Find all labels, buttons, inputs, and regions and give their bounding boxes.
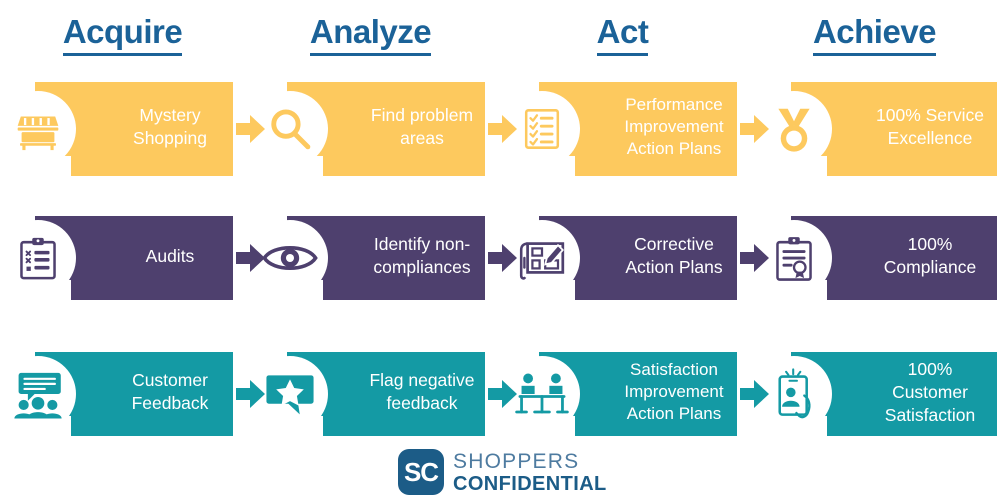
logo-mark-sc: SC [398, 449, 444, 495]
flow-arrow [488, 112, 518, 146]
flow-arrow [236, 112, 266, 146]
column-heading-analyze: Analyze [248, 12, 493, 56]
shoppers-confidential-logo: SC SHOPPERS CONFIDENTIAL [398, 449, 607, 495]
column-heading-act: Act [500, 12, 745, 56]
flow-arrow [488, 377, 518, 411]
column-heading-achieve-label: Achieve [812, 12, 937, 56]
logo-word-confidential: CONFIDENTIAL [453, 472, 607, 495]
process-step-label: 100% Compliance [883, 234, 977, 277]
logo-wordmark: SHOPPERS CONFIDENTIAL [453, 451, 607, 494]
process-step-label: Audits [145, 245, 195, 266]
column-heading-acquire: Acquire [0, 12, 245, 56]
column-heading-achieve: Achieve [752, 12, 997, 56]
storefront-icon [0, 91, 76, 167]
process-step-label: Mystery Shopping [133, 105, 207, 148]
infographic-canvas: Acquire Analyze Act Achieve Mystery Shop… [0, 0, 1000, 500]
process-step-label: 100% Customer Satisfaction [884, 358, 976, 425]
column-heading-analyze-label: Analyze [309, 12, 432, 56]
flow-arrow [488, 241, 518, 275]
process-step-label: Corrective Action Plans [625, 234, 723, 277]
process-step-label: Identify non- compliances [373, 234, 471, 277]
flow-arrow [740, 241, 770, 275]
logo-word-shoppers: SHOPPERS [453, 449, 580, 473]
flow-arrow [236, 241, 266, 275]
clipboard-checklist-icon [0, 220, 76, 296]
process-step-label: Performance Improvement Action Plans [624, 95, 724, 158]
process-step-label: Customer Feedback [131, 370, 209, 413]
process-row-audits-purple: Audits Identify non- compliances Correctiv… [0, 216, 1000, 300]
flow-arrow [236, 377, 266, 411]
process-step-label: 100% Service Excellence [876, 105, 984, 148]
process-step-label: Satisfaction Improvement Action Plans [624, 360, 724, 423]
process-step-label: Flag negative feedback [369, 370, 475, 413]
process-row-acquire-yellow: Mystery Shopping Find problem areas Perfor… [0, 82, 1000, 176]
process-row-feedback-teal: Customer Feedback Flag negative feedback S… [0, 352, 1000, 436]
flow-arrow [740, 112, 770, 146]
column-heading-act-label: Act [596, 12, 649, 56]
column-heading-acquire-label: Acquire [62, 12, 183, 56]
flow-arrow [740, 377, 770, 411]
process-step-label: Find problem areas [370, 105, 474, 148]
audience-speech-icon [0, 356, 76, 432]
